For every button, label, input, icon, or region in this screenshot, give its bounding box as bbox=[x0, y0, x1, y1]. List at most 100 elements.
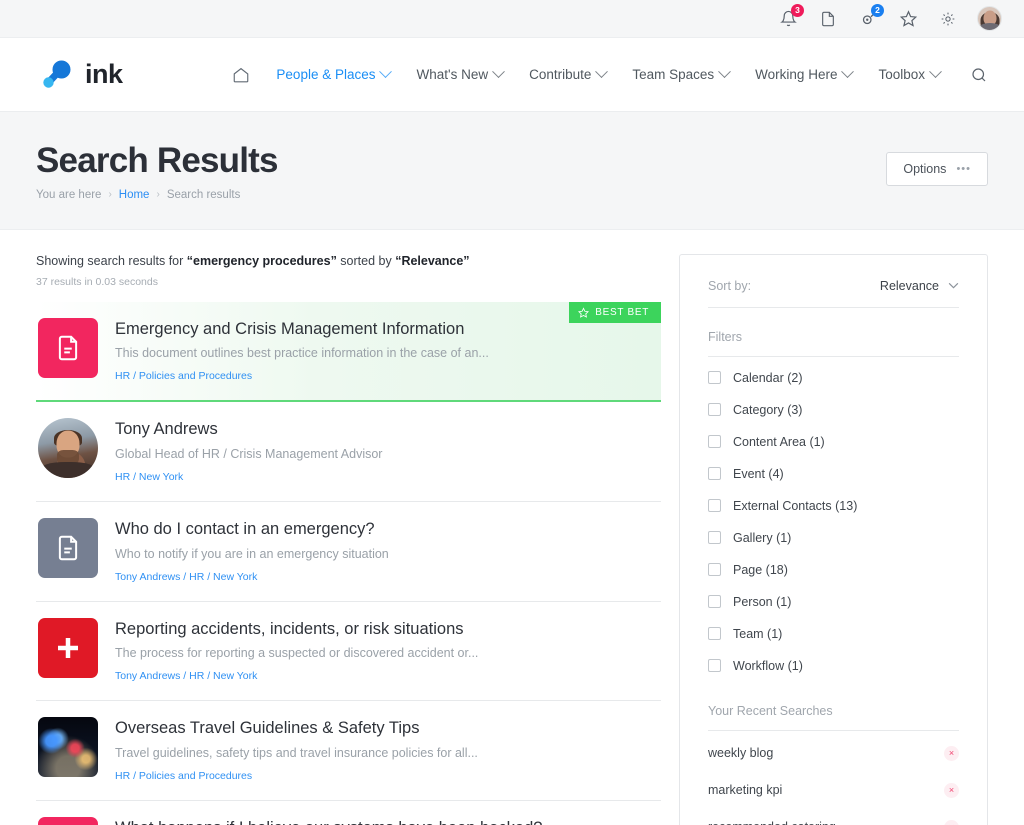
breadcrumb-prefix: You are here bbox=[36, 189, 101, 201]
nav-item-working-here[interactable]: Working Here bbox=[755, 67, 852, 82]
result-body: Reporting accidents, incidents, or risk … bbox=[115, 618, 478, 683]
result-meta[interactable]: HR / Policies and Procedures bbox=[115, 770, 478, 782]
filter-team[interactable]: Team (1) bbox=[708, 618, 959, 650]
nav-item-contribute[interactable]: Contribute bbox=[529, 67, 606, 82]
chevron-down-icon bbox=[929, 65, 942, 78]
filter-external-contacts[interactable]: External Contacts (13) bbox=[708, 490, 959, 522]
star-icon bbox=[578, 307, 589, 318]
breadcrumb-current: Search results bbox=[167, 189, 241, 201]
checkbox[interactable] bbox=[708, 595, 721, 608]
result-title[interactable]: Emergency and Crisis Management Informat… bbox=[115, 319, 489, 340]
result-meta[interactable]: Tony Andrews / HR / New York bbox=[115, 571, 389, 583]
filters-sidebar: Sort by: Relevance Filters Calendar (2) … bbox=[679, 254, 988, 825]
result-description: The process for reporting a suspected or… bbox=[115, 646, 478, 660]
nav-links: People & Places What's New Contribute Te… bbox=[232, 66, 988, 84]
filter-workflow[interactable]: Workflow (1) bbox=[708, 650, 959, 682]
breadcrumb-link-home[interactable]: Home bbox=[119, 189, 150, 201]
bell-badge: 3 bbox=[791, 4, 804, 17]
logo-text: ink bbox=[85, 59, 123, 90]
remove-icon[interactable]: × bbox=[944, 783, 959, 798]
results-summary: Showing search results for “emergency pr… bbox=[36, 254, 661, 268]
summary-sort: “Relevance” bbox=[395, 254, 469, 268]
result-item[interactable]: Emergency and Crisis Management Informat… bbox=[36, 302, 661, 403]
checkbox[interactable] bbox=[708, 371, 721, 384]
checkbox[interactable] bbox=[708, 403, 721, 416]
result-thumb-document-icon bbox=[38, 318, 98, 378]
nav-item-people-places[interactable]: People & Places bbox=[276, 67, 390, 82]
nav-label: What's New bbox=[416, 67, 488, 82]
recent-search-label: recommended catering bbox=[708, 820, 836, 825]
options-button[interactable]: Options ••• bbox=[886, 152, 988, 186]
avatar[interactable] bbox=[977, 6, 1002, 31]
result-item[interactable]: Who do I contact in an emergency? Who to… bbox=[36, 502, 661, 602]
breadcrumb: You are here › Home › Search results bbox=[36, 189, 278, 201]
recent-search-item[interactable]: recommended catering × bbox=[708, 809, 959, 825]
checkbox[interactable] bbox=[708, 659, 721, 672]
result-meta[interactable]: HR / New York bbox=[115, 471, 382, 483]
chevron-right-icon: › bbox=[108, 189, 111, 200]
recent-search-item[interactable]: weekly blog × bbox=[708, 735, 959, 772]
sort-by-label: Sort by: bbox=[708, 279, 751, 293]
result-title[interactable]: Reporting accidents, incidents, or risk … bbox=[115, 619, 478, 640]
filter-calendar[interactable]: Calendar (2) bbox=[708, 362, 959, 394]
watch-eye-icon[interactable]: 2 bbox=[857, 8, 879, 30]
nav-label: Working Here bbox=[755, 67, 837, 82]
filter-category[interactable]: Category (3) bbox=[708, 394, 959, 426]
filter-gallery[interactable]: Gallery (1) bbox=[708, 522, 959, 554]
nav-item-whats-new[interactable]: What's New bbox=[416, 67, 503, 82]
result-description: Global Head of HR / Crisis Management Ad… bbox=[115, 447, 382, 461]
result-meta[interactable]: HR / Policies and Procedures bbox=[115, 370, 489, 382]
checkbox[interactable] bbox=[708, 563, 721, 576]
bell-icon[interactable]: 3 bbox=[777, 8, 799, 30]
checkbox[interactable] bbox=[708, 627, 721, 640]
options-label: Options bbox=[903, 162, 946, 176]
filter-content-area[interactable]: Content Area (1) bbox=[708, 426, 959, 458]
filter-event[interactable]: Event (4) bbox=[708, 458, 959, 490]
summary-mid: sorted by bbox=[337, 254, 395, 268]
result-description: Travel guidelines, safety tips and trave… bbox=[115, 746, 478, 760]
filter-page[interactable]: Page (18) bbox=[708, 554, 959, 586]
checkbox[interactable] bbox=[708, 467, 721, 480]
nav-label: Contribute bbox=[529, 67, 591, 82]
best-bet-badge: BEST BET bbox=[569, 302, 661, 323]
filter-person[interactable]: Person (1) bbox=[708, 586, 959, 618]
checkbox[interactable] bbox=[708, 435, 721, 448]
remove-icon[interactable]: × bbox=[944, 820, 959, 825]
sort-by-dropdown[interactable]: Sort by: Relevance bbox=[708, 279, 959, 308]
result-item[interactable]: Overseas Travel Guidelines & Safety Tips… bbox=[36, 701, 661, 801]
chevron-down-icon bbox=[492, 65, 505, 78]
home-icon[interactable] bbox=[232, 66, 250, 84]
best-bet-label: BEST BET bbox=[595, 307, 649, 318]
result-thumb-question-icon: ? bbox=[38, 817, 98, 825]
gear-icon[interactable] bbox=[937, 8, 959, 30]
result-title[interactable]: What happens if I believe our systems ha… bbox=[115, 818, 542, 825]
filter-label: Person (1) bbox=[733, 595, 791, 609]
remove-icon[interactable]: × bbox=[944, 746, 959, 761]
star-icon[interactable] bbox=[897, 8, 919, 30]
result-item[interactable]: Tony Andrews Global Head of HR / Crisis … bbox=[36, 402, 661, 502]
content-area: Showing search results for “emergency pr… bbox=[0, 230, 1024, 825]
page-header: Search Results You are here › Home › Sea… bbox=[0, 112, 1024, 230]
result-title[interactable]: Overseas Travel Guidelines & Safety Tips bbox=[115, 718, 478, 739]
result-body: Overseas Travel Guidelines & Safety Tips… bbox=[115, 717, 478, 782]
result-item[interactable]: Reporting accidents, incidents, or risk … bbox=[36, 602, 661, 702]
result-body: What happens if I believe our systems ha… bbox=[115, 817, 542, 825]
document-icon[interactable] bbox=[817, 8, 839, 30]
nav-item-toolbox[interactable]: Toolbox bbox=[878, 67, 940, 82]
ellipsis-icon: ••• bbox=[956, 163, 971, 175]
page-title: Search Results bbox=[36, 142, 278, 180]
result-meta[interactable]: Tony Andrews / HR / New York bbox=[115, 670, 478, 682]
result-title[interactable]: Who do I contact in an emergency? bbox=[115, 519, 389, 540]
checkbox[interactable] bbox=[708, 531, 721, 544]
result-item[interactable]: ? What happens if I believe our systems … bbox=[36, 801, 661, 825]
results-count: 37 results in 0.03 seconds bbox=[36, 276, 661, 288]
chevron-down-icon bbox=[842, 65, 855, 78]
result-title[interactable]: Tony Andrews bbox=[115, 419, 382, 440]
photo-shirt bbox=[40, 462, 96, 478]
logo[interactable]: ink bbox=[36, 55, 123, 95]
watch-badge: 2 bbox=[871, 4, 884, 17]
checkbox[interactable] bbox=[708, 499, 721, 512]
recent-search-item[interactable]: marketing kpi × bbox=[708, 772, 959, 809]
search-icon[interactable] bbox=[970, 66, 988, 84]
nav-item-team-spaces[interactable]: Team Spaces bbox=[632, 67, 729, 82]
